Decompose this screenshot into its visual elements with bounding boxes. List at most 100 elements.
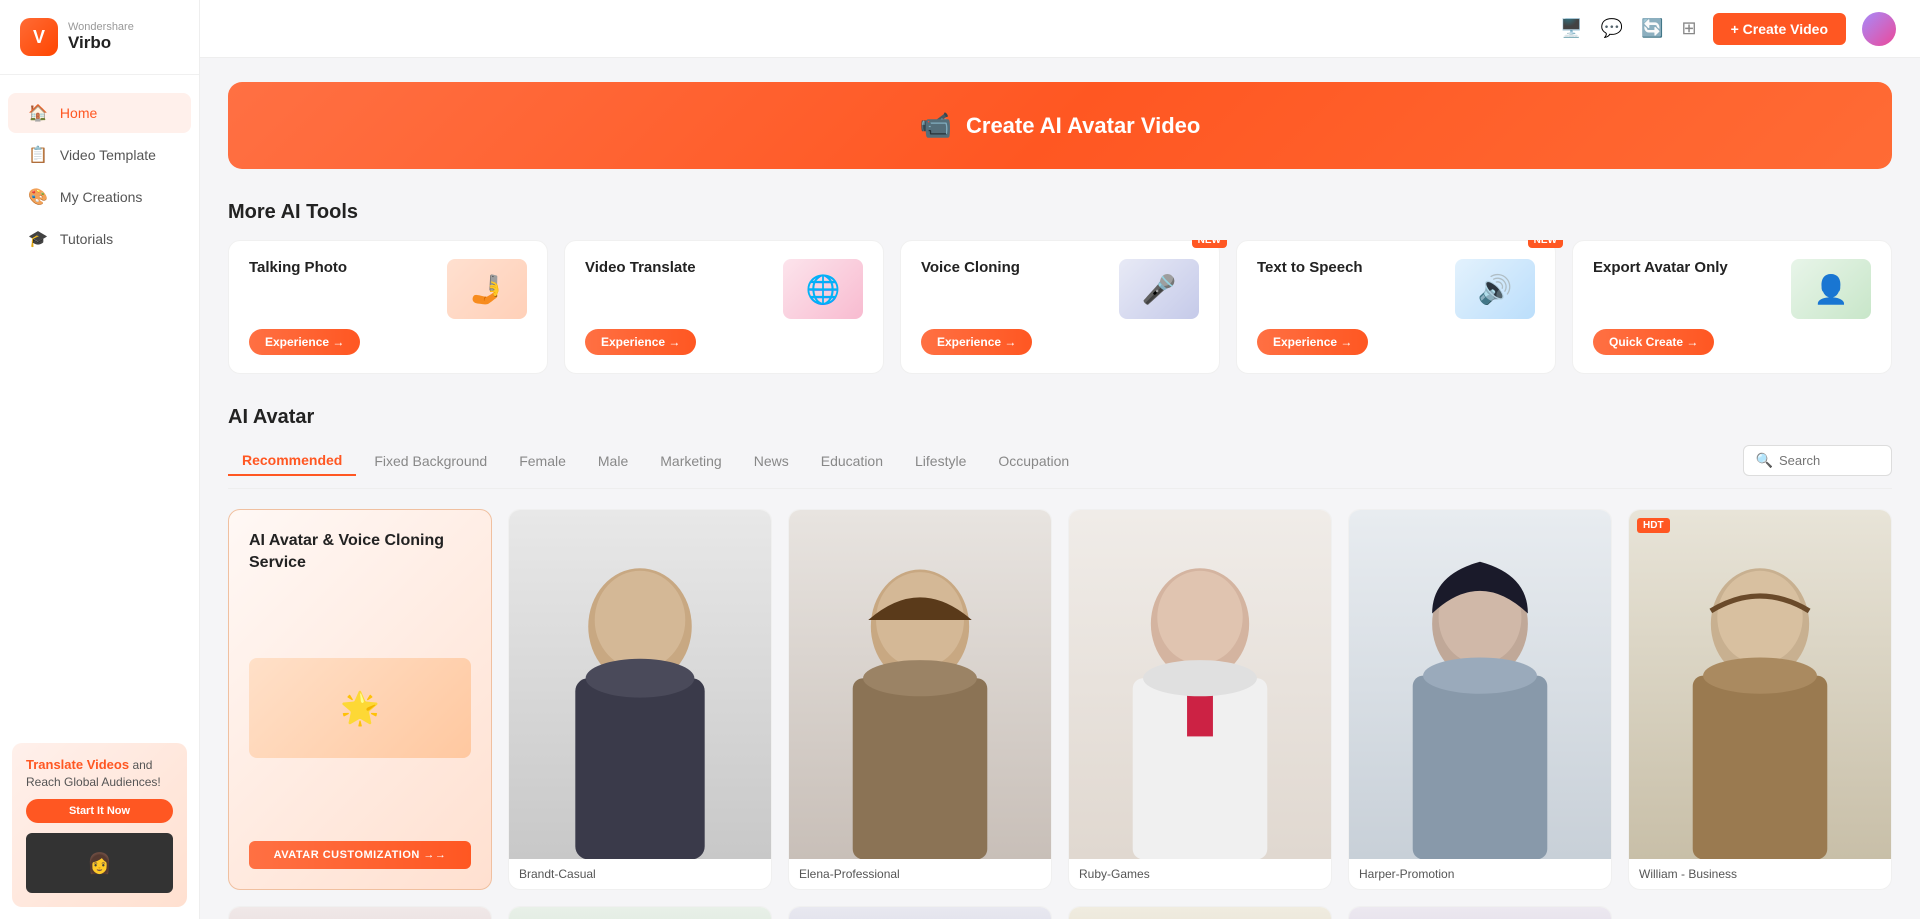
tab-male[interactable]: Male <box>584 447 642 475</box>
avatar-ruby-image <box>1069 510 1331 859</box>
tool-video-translate-btn[interactable]: Experience → <box>585 329 696 355</box>
avatar-promo-card[interactable]: AI Avatar & Voice Cloning Service 🌟 AVAT… <box>228 509 492 890</box>
avatar-card-row2-4[interactable] <box>1348 906 1612 919</box>
avatar-harper-label: Harper-Promotion <box>1349 859 1611 889</box>
avatar-brandt-image <box>509 510 771 859</box>
voice-cloning-new-badge: NEW <box>1192 240 1227 248</box>
avatar-card-harper[interactable]: Harper-Promotion <box>1348 509 1612 890</box>
banner-text: Create AI Avatar Video <box>966 113 1200 139</box>
tab-fixed-background[interactable]: Fixed Background <box>360 447 501 475</box>
sidebar-item-home[interactable]: 🏠 Home <box>8 93 191 133</box>
tab-education[interactable]: Education <box>807 447 897 475</box>
avatar-grid: AI Avatar & Voice Cloning Service 🌟 AVAT… <box>228 509 1892 919</box>
avatar-william-image: HDT <box>1629 510 1891 859</box>
tool-text-to-speech-image: 🔊 <box>1455 259 1535 319</box>
promo-preview-image: 👩 <box>26 833 173 893</box>
avatar-elena-image <box>789 510 1051 859</box>
tool-text-to-speech-btn[interactable]: Experience → <box>1257 329 1368 355</box>
chat-icon[interactable]: 💬 <box>1601 18 1623 39</box>
avatar-card-row2-3[interactable] <box>1068 906 1332 919</box>
app-name: Virbo <box>68 33 134 53</box>
tool-talking-photo[interactable]: Talking Photo 🤳 Experience → <box>228 240 548 374</box>
avatar-row2e-image <box>1349 907 1611 919</box>
avatar-card-row2-0[interactable] <box>228 906 492 919</box>
search-icon: 🔍 <box>1756 452 1773 469</box>
avatar-ruby-label: Ruby-Games <box>1069 859 1331 889</box>
promo-title: AI Avatar & Voice Cloning Service <box>249 530 471 575</box>
avatar-search[interactable]: 🔍 <box>1743 445 1892 476</box>
main-content: 🖥️ 💬 🔄 ⊞ + Create Video 📹 Create AI Avat… <box>200 0 1920 919</box>
sidebar-item-my-creations[interactable]: 🎨 My Creations <box>8 177 191 217</box>
tool-video-translate-image: 🌐 <box>783 259 863 319</box>
tool-export-avatar-btn[interactable]: Quick Create → <box>1593 329 1714 355</box>
avatar-row2c-image <box>789 907 1051 919</box>
grid-icon[interactable]: ⊞ <box>1682 18 1697 39</box>
tool-text-to-speech[interactable]: NEW Text to Speech 🔊 Experience → <box>1236 240 1556 374</box>
ai-avatar-section: AI Avatar Recommended Fixed Background F… <box>228 406 1892 919</box>
content-area: 📹 Create AI Avatar Video More AI Tools T… <box>200 58 1920 919</box>
avatar-row2d-image <box>1069 907 1331 919</box>
avatar-brandt-label: Brandt-Casual <box>509 859 771 889</box>
sidebar-promo-banner: Translate Videos and Reach Global Audien… <box>12 743 187 907</box>
tab-marketing[interactable]: Marketing <box>646 447 735 475</box>
tab-occupation[interactable]: Occupation <box>984 447 1083 475</box>
avatar-tabs: Recommended Fixed Background Female Male… <box>228 445 1892 489</box>
my-creations-icon: 🎨 <box>28 187 48 207</box>
sidebar: V Wondershare Virbo 🏠 Home 📋 Video Templ… <box>0 0 200 919</box>
promo-customization-button[interactable]: AVATAR CUSTOMIZATION →→ <box>249 841 471 869</box>
tool-talking-photo-btn[interactable]: Experience → <box>249 329 360 355</box>
ai-avatar-title: AI Avatar <box>228 406 1892 429</box>
create-video-button[interactable]: + Create Video <box>1713 13 1846 45</box>
monitor-icon[interactable]: 🖥️ <box>1560 18 1582 39</box>
banner-plus-icon: 📹 <box>920 110 952 141</box>
tab-lifestyle[interactable]: Lifestyle <box>901 447 980 475</box>
sidebar-item-tutorials[interactable]: 🎓 Tutorials <box>8 219 191 259</box>
tool-voice-cloning-btn[interactable]: Experience → <box>921 329 1032 355</box>
text-to-speech-new-badge: NEW <box>1528 240 1563 248</box>
tab-recommended[interactable]: Recommended <box>228 446 356 476</box>
home-icon: 🏠 <box>28 103 48 123</box>
tools-grid: Talking Photo 🤳 Experience → Video Trans… <box>228 240 1892 374</box>
avatar-card-elena[interactable]: Elena-Professional <box>788 509 1052 890</box>
avatar-william-label: William - Business <box>1629 859 1891 889</box>
tool-voice-cloning-title: Voice Cloning <box>921 259 1020 276</box>
sidebar-navigation: 🏠 Home 📋 Video Template 🎨 My Creations 🎓… <box>0 75 199 731</box>
logo[interactable]: V Wondershare Virbo <box>0 0 199 75</box>
brand-name: Wondershare <box>68 21 134 33</box>
avatar-card-row2-2[interactable] <box>788 906 1052 919</box>
refresh-icon[interactable]: 🔄 <box>1641 18 1663 39</box>
more-ai-tools-section: More AI Tools Talking Photo 🤳 Experience… <box>228 201 1892 374</box>
tab-female[interactable]: Female <box>505 447 580 475</box>
tool-talking-photo-title: Talking Photo <box>249 259 347 276</box>
logo-icon: V <box>20 18 58 56</box>
user-avatar[interactable] <box>1862 12 1896 46</box>
avatar-card-brandt[interactable]: Brandt-Casual <box>508 509 772 890</box>
topbar-icons: 🖥️ 💬 🔄 ⊞ <box>1560 18 1696 39</box>
tool-export-avatar-title: Export Avatar Only <box>1593 259 1728 276</box>
promo-highlight: Translate Videos <box>26 757 129 772</box>
avatar-row2a-image <box>229 907 491 919</box>
avatar-row2b-image <box>509 907 771 919</box>
sidebar-item-home-label: Home <box>60 105 97 121</box>
tool-text-to-speech-title: Text to Speech <box>1257 259 1363 276</box>
tool-export-avatar[interactable]: Export Avatar Only 👤 Quick Create → <box>1572 240 1892 374</box>
tool-video-translate[interactable]: Video Translate 🌐 Experience → <box>564 240 884 374</box>
tool-voice-cloning[interactable]: NEW Voice Cloning 🎤 Experience → <box>900 240 1220 374</box>
sidebar-item-video-template-label: Video Template <box>60 147 156 163</box>
sidebar-item-video-template[interactable]: 📋 Video Template <box>8 135 191 175</box>
tutorials-icon: 🎓 <box>28 229 48 249</box>
more-ai-tools-title: More AI Tools <box>228 201 1892 224</box>
tool-export-avatar-image: 👤 <box>1791 259 1871 319</box>
avatar-elena-label: Elena-Professional <box>789 859 1051 889</box>
tool-video-translate-title: Video Translate <box>585 259 696 276</box>
create-ai-avatar-banner[interactable]: 📹 Create AI Avatar Video <box>228 82 1892 169</box>
sidebar-item-my-creations-label: My Creations <box>60 189 142 205</box>
avatar-card-william[interactable]: HDT William - Business <box>1628 509 1892 890</box>
promo-start-button[interactable]: Start It Now <box>26 799 173 823</box>
tool-talking-photo-image: 🤳 <box>447 259 527 319</box>
tab-news[interactable]: News <box>740 447 803 475</box>
avatar-card-ruby[interactable]: Ruby-Games <box>1068 509 1332 890</box>
sidebar-item-tutorials-label: Tutorials <box>60 231 113 247</box>
search-input[interactable] <box>1779 453 1879 468</box>
avatar-card-row2-1[interactable] <box>508 906 772 919</box>
